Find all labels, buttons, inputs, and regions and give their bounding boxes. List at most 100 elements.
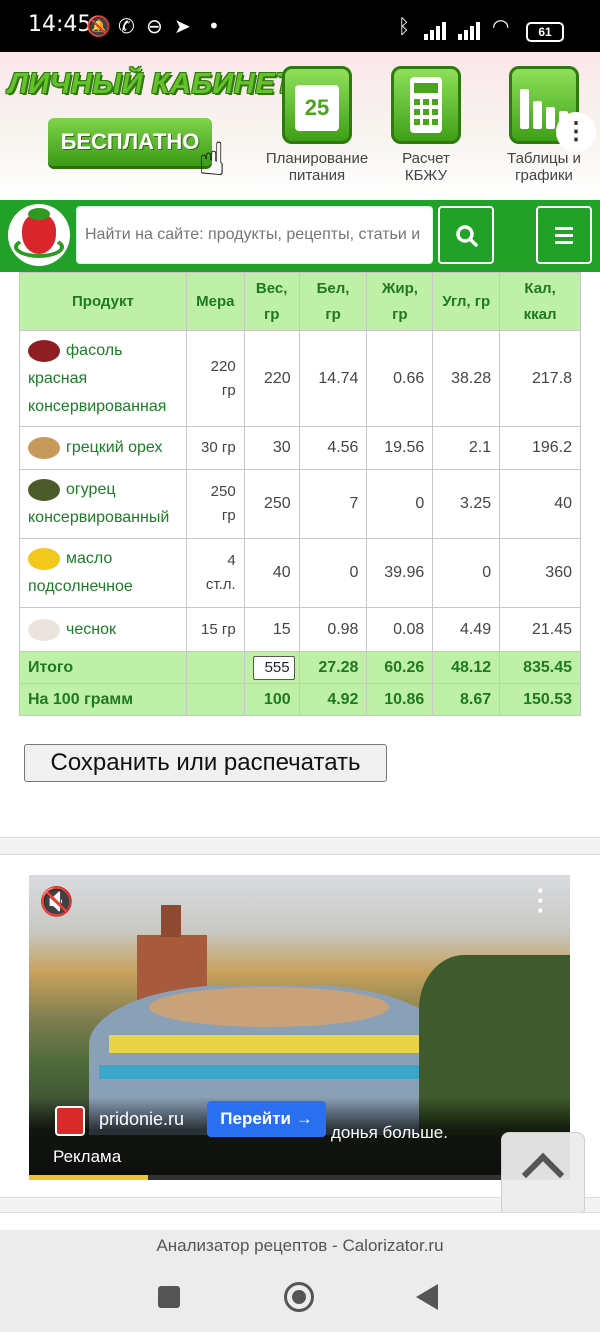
total-protein: 27.28: [298, 651, 368, 684]
measure-cell: 220 гр: [185, 330, 245, 427]
kcal-cell: 196.2: [499, 426, 581, 470]
table-row: чеснок 15 гр 15 0.98 0.08 4.49 21.45: [19, 607, 581, 652]
feature-kbzhu-calc[interactable]: Расчет КБЖУ: [376, 66, 476, 184]
fat-cell: 0.08: [366, 607, 434, 652]
more-options-icon[interactable]: ⋮: [556, 112, 596, 152]
protein-cell: 14.74: [298, 330, 368, 427]
dot-icon: •: [208, 14, 220, 38]
product-cell: огурец консервированный: [19, 469, 187, 539]
back-icon[interactable]: [416, 1284, 438, 1310]
column-header-product: Продукт: [19, 272, 187, 331]
ad-progress-bar: [29, 1175, 570, 1180]
product-cell: грецкий орех: [19, 426, 187, 470]
column-header-carbs: Угл, гр: [432, 272, 501, 331]
table-row: фасоль красная консервированная 220 гр 220 …: [19, 330, 581, 427]
column-header-kcal: Кал, ккал: [499, 272, 581, 331]
save-or-print-button[interactable]: Сохранить или распечатать: [24, 744, 387, 782]
feature-meal-planning[interactable]: 25 Планирование питания: [262, 66, 372, 184]
product-cell: масло подсолнечное: [19, 538, 187, 608]
scroll-to-top-button[interactable]: [501, 1132, 585, 1216]
protein-cell: 4.56: [298, 426, 368, 470]
table-row: масло подсолнечное 4 ст.л. 40 0 39.96 0 36…: [19, 538, 581, 608]
protein-cell: 7: [298, 469, 368, 539]
protein-cell: 0.98: [298, 607, 368, 652]
personal-account-banner[interactable]: ЛИЧНЫЙ КАБИНЕТ БЕСПЛАТНО ☝ 25 Планирован…: [0, 52, 600, 200]
kcal-cell: 217.8: [499, 330, 581, 427]
ad-go-button[interactable]: Перейти →: [207, 1101, 326, 1137]
product-image: [28, 548, 60, 571]
fat-cell: 19.56: [366, 426, 434, 470]
kcal-cell: 360: [499, 538, 581, 608]
fat-cell: 39.96: [366, 538, 434, 608]
viber-icon: ✆: [118, 14, 135, 38]
column-header-measure: Мера: [185, 272, 245, 331]
total-fat: 60.26: [366, 651, 434, 684]
fat-cell: 0.66: [366, 330, 434, 427]
protein-cell: 0: [298, 538, 368, 608]
column-header-weight: Вес, гр: [243, 272, 300, 331]
recents-icon[interactable]: [158, 1286, 180, 1308]
weight-cell: 40: [243, 538, 300, 608]
total-label: Итого: [19, 651, 187, 684]
weight-cell: 30: [243, 426, 300, 470]
carbs-cell: 2.1: [432, 426, 501, 470]
column-header-fat: Жир, гр: [366, 272, 434, 331]
table-row: грецкий орех 30 гр 30 4.56 19.56 2.1 196…: [19, 426, 581, 470]
mute-icon: 🔕: [86, 14, 111, 38]
search-input[interactable]: [76, 206, 433, 264]
sound-off-icon[interactable]: 🔇: [39, 885, 74, 918]
ad-more-icon[interactable]: · · ·: [531, 877, 551, 923]
pointer-hand-icon: ☝: [198, 132, 227, 186]
kcal-cell: 21.45: [499, 607, 581, 652]
site-header: [0, 200, 600, 272]
ad-label: Реклама: [53, 1147, 122, 1166]
product-cell: чеснок: [19, 607, 187, 652]
product-link[interactable]: чеснок: [66, 621, 116, 638]
measure-cell: 250 гр: [185, 469, 245, 539]
calendar-icon: 25: [282, 66, 352, 144]
per100-protein: 4.92: [298, 683, 368, 716]
carbs-cell: 38.28: [432, 330, 501, 427]
weight-cell: 220: [243, 330, 300, 427]
per100-row: На 100 грамм 100 4.92 10.86 8.67 150.53: [19, 683, 581, 716]
bluetooth-icon: ᛒ: [398, 14, 410, 38]
per100-carbs: 8.67: [432, 683, 501, 716]
free-button[interactable]: БЕСПЛАТНО: [48, 118, 212, 166]
measure-cell: 15 гр: [185, 607, 245, 652]
total-weight-input[interactable]: 555: [252, 655, 295, 680]
carbs-cell: 0: [432, 538, 501, 608]
product-image: [28, 339, 60, 362]
home-icon[interactable]: [284, 1282, 314, 1312]
calculator-icon: [391, 66, 461, 144]
search-icon: [456, 225, 478, 247]
feature-label: Расчет КБЖУ: [402, 150, 450, 184]
advertiser-name[interactable]: pridonie.ru: [99, 1109, 184, 1130]
fat-cell: 0: [366, 469, 434, 539]
advertiser-logo: [55, 1106, 85, 1136]
system-nav-bar: [0, 1262, 600, 1332]
feature-label: Планирование питания: [265, 150, 369, 184]
search-button[interactable]: [438, 206, 494, 264]
signal-icon: [424, 18, 450, 40]
feature-label: Таблицы и графики: [507, 150, 581, 184]
chevron-up-icon: [521, 1152, 565, 1196]
product-link[interactable]: грецкий орех: [66, 439, 162, 456]
per100-fat: 10.86: [366, 683, 434, 716]
browser-page-title[interactable]: Анализатор рецептов - Calorizator.ru: [0, 1230, 600, 1262]
site-logo[interactable]: [8, 204, 70, 266]
measure-cell: 30 гр: [185, 426, 245, 470]
table-row: огурец консервированный 250 гр 250 7 0 3.2…: [19, 469, 581, 539]
ad-caption: донья больше.: [331, 1123, 448, 1142]
total-carbs: 48.12: [432, 651, 501, 684]
recipe-analyzer-card: Продукт Мера Вес, гр Бел, гр Жир, гр Угл, г…: [0, 272, 600, 838]
video-ad[interactable]: 🔇 · · · pridonie.ru Перейти → донья больше…: [29, 875, 570, 1180]
product-image: [28, 618, 60, 641]
per100-kcal: 150.53: [499, 683, 581, 716]
weight-cell: 15: [243, 607, 300, 652]
menu-button[interactable]: [536, 206, 592, 264]
total-row: Итого 555 27.28 60.26 48.12 835.45: [19, 651, 581, 684]
banner-title: ЛИЧНЫЙ КАБИНЕТ: [8, 68, 294, 100]
status-time: 14:45: [28, 12, 92, 37]
product-cell: фасоль красная консервированная: [19, 330, 187, 427]
per100-label: На 100 грамм: [19, 683, 187, 716]
